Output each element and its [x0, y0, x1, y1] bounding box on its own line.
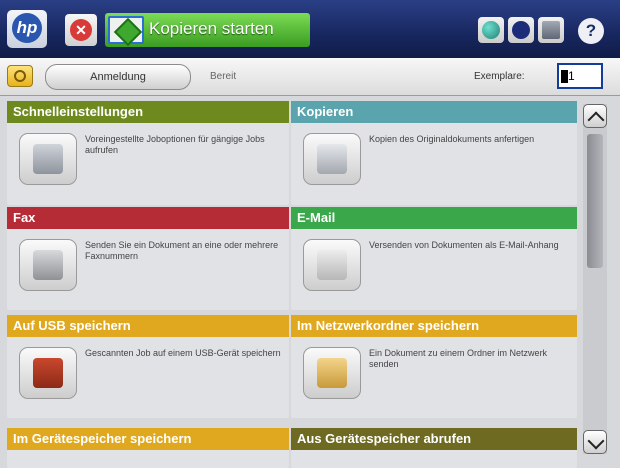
hp-logo-text: hp — [12, 13, 42, 43]
tile-copy[interactable]: Kopieren Kopien des Originaldokuments an… — [291, 101, 577, 205]
tile-description: Voreingestellte Joboptionen für gängige … — [85, 134, 265, 155]
status-bar: Anmeldung Bereit Exemplare: 1 — [0, 58, 620, 96]
scroll-up-button[interactable] — [583, 104, 607, 129]
tile-title: Im Gerätespeicher speichern — [7, 428, 289, 450]
scroll-down-button[interactable] — [583, 430, 607, 454]
text-cursor — [561, 70, 568, 84]
device-info-icon[interactable] — [538, 17, 564, 43]
tile-title: Im Netzwerkordner speichern — [291, 315, 577, 337]
hp-logo: hp — [7, 10, 47, 48]
sleep-icon[interactable] — [508, 17, 534, 43]
scrollbar-thumb[interactable] — [587, 134, 603, 268]
tile-save-network-folder[interactable]: Im Netzwerkordner speichern Ein Dokument… — [291, 315, 577, 418]
help-button[interactable]: ? — [578, 18, 604, 44]
home-icon — [14, 70, 26, 82]
usb-icon — [19, 347, 77, 399]
copy-icon — [303, 133, 361, 185]
tile-retrieve-device-memory[interactable]: Aus Gerätespeicher abrufen — [291, 428, 577, 468]
clipboard-icon — [19, 133, 77, 185]
copies-label: Exemplare: — [474, 71, 525, 82]
stop-button[interactable]: ✕ — [65, 14, 97, 46]
device-status: Bereit — [210, 71, 237, 82]
tile-title: E-Mail — [291, 207, 577, 229]
tile-title: Schnelleinstellungen — [7, 101, 289, 123]
stop-icon: ✕ — [70, 19, 92, 41]
start-icon — [108, 16, 144, 47]
envelope-icon — [303, 239, 361, 291]
tile-description: Kopien des Originaldokuments anfertigen — [369, 134, 535, 144]
tile-title: Kopieren — [291, 101, 577, 123]
fax-icon — [19, 239, 77, 291]
tile-save-usb[interactable]: Auf USB speichern Gescannten Job auf ein… — [7, 315, 289, 418]
copies-input[interactable]: 1 — [557, 63, 603, 89]
signin-button[interactable]: Anmeldung — [45, 64, 191, 90]
chevron-up-icon — [587, 111, 605, 129]
tile-title: Aus Gerätespeicher abrufen — [291, 428, 577, 450]
tile-title: Auf USB speichern — [7, 315, 289, 337]
start-copy-button[interactable]: Kopieren starten — [105, 13, 310, 47]
tile-quick-sets[interactable]: Schnelleinstellungen Voreingestellte Job… — [7, 101, 289, 205]
chevron-down-icon — [587, 432, 605, 450]
tile-title: Fax — [7, 207, 289, 229]
tile-description: Senden Sie ein Dokument an eine oder meh… — [85, 240, 279, 261]
tile-description: Gescannten Job auf einem USB-Gerät speic… — [85, 348, 281, 358]
home-button[interactable] — [7, 65, 33, 87]
tile-description: Ein Dokument zu einem Ordner im Netzwerk… — [369, 348, 548, 369]
copies-value: 1 — [568, 69, 575, 83]
tile-description: Versenden von Dokumenten als E-Mail-Anha… — [369, 240, 559, 250]
tile-save-device-memory[interactable]: Im Gerätespeicher speichern — [7, 428, 289, 468]
start-copy-label: Kopieren starten — [149, 19, 274, 38]
folder-icon — [303, 347, 361, 399]
network-icon[interactable] — [478, 17, 504, 43]
tile-email[interactable]: E-Mail Versenden von Dokumenten als E-Ma… — [291, 207, 577, 310]
tile-fax[interactable]: Fax Senden Sie ein Dokument an eine oder… — [7, 207, 289, 310]
top-bar: hp ✕ Kopieren starten ? — [0, 0, 620, 58]
